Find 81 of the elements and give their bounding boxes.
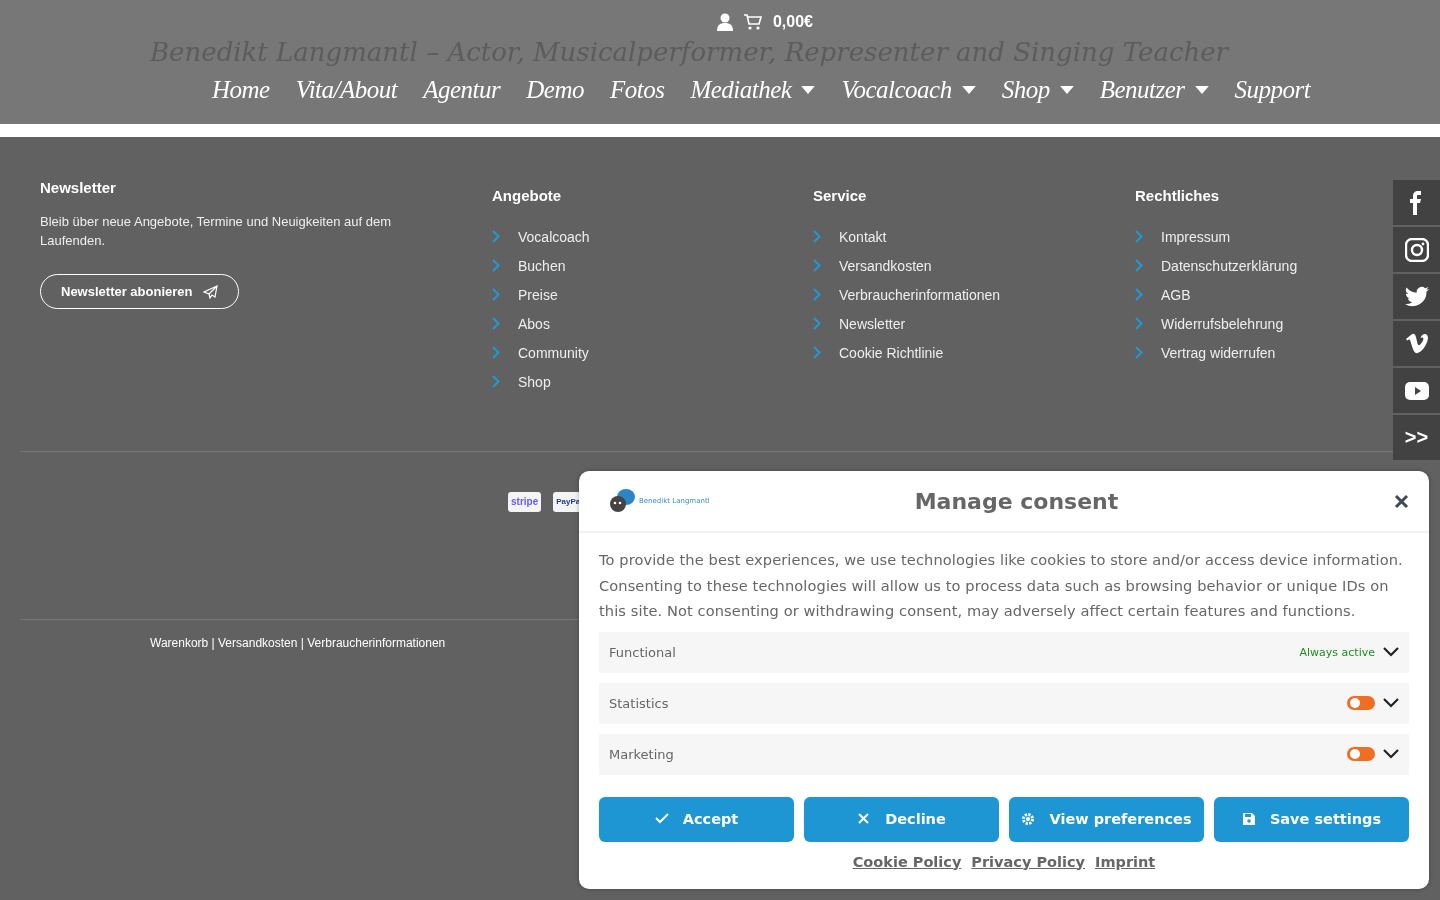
nav-link[interactable]: Fotos (609, 76, 665, 104)
column-heading: Rechtliches (1135, 187, 1221, 204)
chevron-icon (1135, 317, 1143, 330)
toggle-switch[interactable] (1347, 747, 1375, 761)
nav-link[interactable]: Home (212, 76, 270, 104)
accept-button[interactable]: Accept (599, 796, 794, 842)
close-button[interactable] (1394, 493, 1409, 509)
chevron-icon (1135, 259, 1143, 272)
chevron-icon (492, 259, 500, 272)
footer-link[interactable]: Widerrufsbelehrung (1161, 315, 1284, 332)
policy-link[interactable]: Imprint (1095, 853, 1156, 870)
toggle-switch[interactable] (1347, 696, 1375, 710)
consent-category[interactable]: Statistics (599, 682, 1409, 724)
footer-link[interactable]: Shop (518, 373, 551, 390)
user-icon[interactable] (716, 13, 733, 31)
footer-link[interactable]: Newsletter (839, 315, 906, 332)
preferences-button[interactable]: View preferences (1009, 796, 1204, 842)
footer-link[interactable]: Preise (518, 286, 558, 303)
nav-link[interactable]: Support (1234, 76, 1311, 104)
chevron-icon (492, 375, 500, 388)
footer-link[interactable]: Buchen (518, 257, 566, 274)
chevron-icon (813, 230, 821, 243)
dialog-title: Manage consent (913, 488, 1120, 514)
chevron-icon (492, 317, 500, 330)
footer-link[interactable]: Abos (518, 315, 550, 332)
chevron-icon (1135, 288, 1143, 301)
chevron-icon (813, 259, 821, 272)
decline-button[interactable]: Decline (804, 796, 999, 842)
nav-link[interactable]: Benutzer (1099, 76, 1209, 104)
chevron-icon (492, 288, 500, 301)
footer-links[interactable]: Warenkorb | Versandkosten | Verbraucherinformationen (150, 636, 446, 650)
nav-link[interactable]: Vita/About (295, 76, 398, 104)
footer-link[interactable]: Cookie Richtlinie (839, 344, 944, 361)
chevron-icon (813, 346, 821, 359)
bird-icon[interactable] (1404, 284, 1429, 309)
floppy-icon (1241, 812, 1256, 826)
more-link[interactable]: >> (1393, 415, 1440, 460)
column-heading: Angebote (492, 187, 563, 204)
settings-icon (1021, 812, 1036, 826)
column-heading: Service (813, 187, 868, 204)
chevron-icon (1135, 230, 1143, 243)
newsletter-text: Bleib über neue Angebote, Termine und Neuigkeiten auf dem Laufenden. (40, 213, 392, 250)
status-label: Always active (1299, 645, 1375, 659)
send-icon (202, 284, 218, 299)
close-icon (1394, 493, 1409, 509)
footer-link[interactable]: Vocalcoach (518, 228, 590, 245)
footer-link[interactable]: Kontakt (839, 228, 887, 245)
chevron-icon[interactable] (1383, 647, 1399, 657)
footer-link[interactable]: Community (518, 344, 589, 361)
camera-icon[interactable] (1404, 237, 1429, 262)
footer-link[interactable]: AGB (1161, 286, 1191, 303)
nav-link[interactable]: Demo (526, 76, 584, 104)
consent-text: To provide the best experiences, we use technologies like cookies to store and/or access device information. Consenting to these technologies will allow us to process data such as browsing behavior or unique IDs on this site. Not consenting or withdrawing consent, may adversely affect certain features and functions. (599, 550, 1404, 621)
check-icon (654, 812, 669, 826)
consent-category[interactable]: Marketing (599, 733, 1409, 775)
footer-link[interactable]: Datenschutzerklärung (1161, 257, 1298, 274)
chevron-icon[interactable] (1383, 749, 1399, 759)
policy-link[interactable]: Privacy Policy (971, 853, 1085, 870)
nav-link[interactable]: Vocalcoach (841, 76, 976, 104)
nav-link[interactable]: Mediathek (690, 76, 816, 104)
save-button[interactable]: Save settings (1214, 796, 1409, 842)
close-icon (857, 812, 872, 826)
chevron-icon (492, 230, 500, 243)
column-heading: Newsletter (40, 179, 117, 196)
nav-link[interactable]: Shop (1001, 76, 1074, 104)
nav-link[interactable]: Agentur (423, 76, 501, 104)
chevron-icon (1135, 346, 1143, 359)
chevron-icon (492, 346, 500, 359)
v-icon[interactable] (1404, 331, 1429, 356)
chevron-icon (813, 288, 821, 301)
policy-link[interactable]: Cookie Policy (852, 853, 962, 870)
footer-link[interactable]: Impressum (1161, 228, 1231, 245)
cart-icon[interactable] (742, 13, 763, 31)
footer-link[interactable]: Vertrag widerrufen (1161, 344, 1276, 361)
payment-badge: stripe (508, 492, 542, 512)
footer-link[interactable]: Versandkosten (839, 257, 932, 274)
chevron-icon[interactable] (1383, 698, 1399, 708)
consent-category[interactable]: Functional Always active (599, 631, 1409, 673)
cart-total[interactable]: 0,00€ (772, 13, 813, 31)
footer-link[interactable]: Verbraucherinformationen (839, 286, 1001, 303)
chevron-icon (813, 317, 821, 330)
